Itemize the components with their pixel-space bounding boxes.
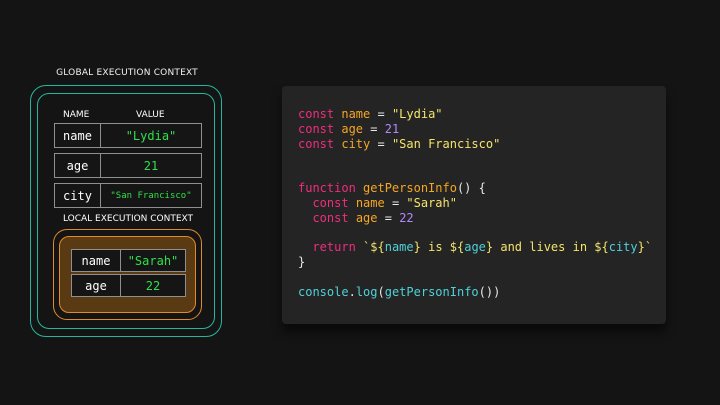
global-var-value-name: "Lydia"	[100, 123, 202, 148]
code-line-2: const age = 21	[298, 121, 400, 136]
function-name: getPersonInfo	[363, 180, 457, 195]
name-column-header: NAME	[63, 110, 90, 120]
identifier-age: age	[341, 121, 364, 136]
keyword-const: const	[298, 121, 335, 136]
identifier-name: name	[341, 107, 371, 121]
code-line-1: const name = "Lydia"	[298, 107, 443, 121]
identifier-city: city	[341, 136, 371, 151]
number-21: 21	[384, 121, 400, 136]
code-line-11: }	[298, 254, 306, 269]
template-var-name: name	[384, 240, 414, 255]
local-var-name-age: age	[71, 274, 121, 297]
global-var-value-city: "San Francisco"	[100, 183, 202, 208]
keyword-const: const	[298, 107, 335, 121]
identifier-name: name	[355, 195, 385, 210]
number-22: 22	[399, 210, 414, 225]
keyword-const: const	[298, 136, 335, 151]
keyword-function: function	[298, 180, 356, 195]
local-context-title: LOCAL EXECUTION CONTEXT	[62, 214, 194, 224]
value-column-header: VALUE	[136, 110, 165, 120]
local-var-value-name: "Sarah"	[120, 249, 186, 272]
keyword-return: return	[312, 240, 356, 255]
local-var-name-name: name	[71, 249, 121, 272]
template-var-age: age	[464, 240, 486, 255]
code-line-6: function getPersonInfo() {	[298, 180, 486, 195]
code-line-13: console.log(getPersonInfo())	[298, 284, 501, 299]
code-line-10: return `${name} is ${age} and lives in $…	[312, 240, 653, 255]
identifier-age: age	[355, 210, 378, 225]
global-var-name-age: age	[54, 153, 101, 178]
keyword-const: const	[312, 195, 349, 210]
keyword-const: const	[312, 210, 349, 225]
global-context-title: GLOBAL EXECUTION CONTEXT	[56, 68, 198, 78]
string-sarah: "Sarah"	[406, 195, 457, 210]
string-san-francisco: "San Francisco"	[391, 136, 501, 151]
code-line-7: const name = "Sarah"	[312, 195, 457, 210]
code-block: const name = "Lydia" const age = 21 cons…	[298, 107, 652, 299]
global-var-name-name: name	[54, 123, 101, 148]
template-var-city: city	[608, 240, 638, 255]
log-method: log	[355, 284, 378, 299]
console-object: console	[298, 284, 349, 299]
global-var-value-age: 21	[100, 153, 202, 178]
string-lydia: "Lydia"	[391, 107, 443, 121]
global-var-name-city: city	[54, 183, 101, 208]
function-call: getPersonInfo	[384, 284, 479, 299]
code-line-8: const age = 22	[312, 210, 414, 225]
code-line-3: const city = "San Francisco"	[298, 136, 501, 151]
local-var-value-age: 22	[120, 274, 186, 297]
